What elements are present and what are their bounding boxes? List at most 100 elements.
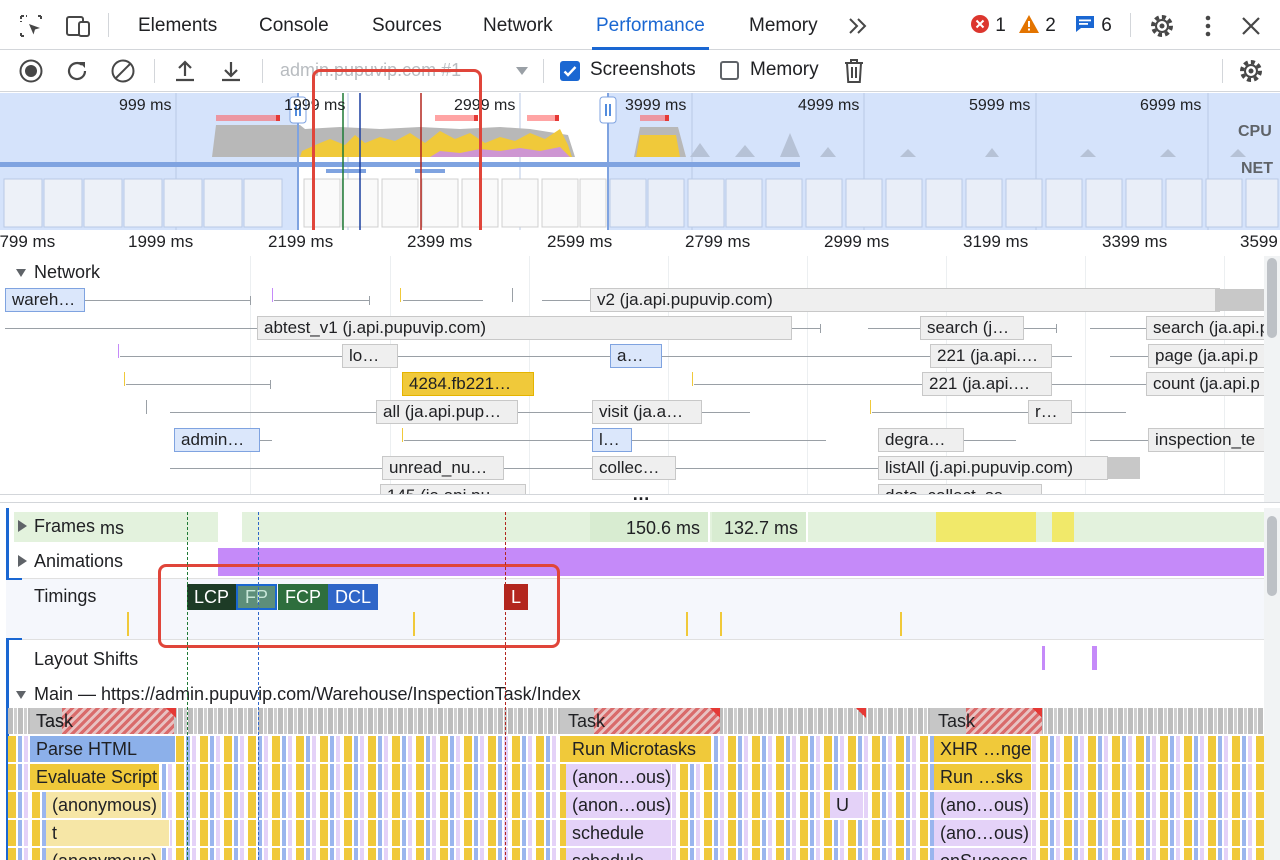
- network-request[interactable]: degra…: [878, 428, 964, 452]
- memory-checkbox[interactable]: [720, 61, 739, 80]
- ruler-tick: 3599 ms: [1240, 232, 1280, 251]
- flame-schedule[interactable]: schedule: [566, 848, 672, 860]
- frames-track-label[interactable]: Frames: [34, 516, 95, 537]
- network-request[interactable]: 4284.fb221…: [402, 372, 534, 396]
- message-counter[interactable]: 6: [1074, 14, 1112, 38]
- error-counter[interactable]: 1: [970, 14, 1006, 38]
- warning-count: 2: [1045, 15, 1056, 36]
- flame-xhr-ready-state-change[interactable]: XHR …nge: [934, 736, 1032, 762]
- network-request[interactable]: listAll (j.api.pupuvip.com): [878, 456, 1108, 480]
- flame-schedule[interactable]: schedule: [566, 820, 672, 846]
- highlight-box-timings: [158, 564, 560, 648]
- close-icon[interactable]: [1240, 15, 1262, 37]
- record-icon[interactable]: [18, 58, 44, 84]
- cpu-label: CPU: [1238, 123, 1272, 140]
- flame-on-success[interactable]: onSuccess: [934, 848, 1032, 860]
- screenshots-label[interactable]: Screenshots: [590, 59, 696, 81]
- network-track-label[interactable]: Network: [34, 262, 100, 283]
- flame-t[interactable]: t: [46, 820, 170, 846]
- ruler-tick: 3199 ms: [963, 232, 1029, 251]
- capture-settings-gear-icon[interactable]: [1237, 57, 1265, 85]
- flame-run-microtasks[interactable]: Run …sks: [934, 764, 1032, 790]
- tab-elements[interactable]: Elements: [134, 0, 221, 50]
- device-toolbar-icon[interactable]: [64, 13, 92, 39]
- ruler-tick: 3399 ms: [1102, 232, 1168, 251]
- more-tabs-icon[interactable]: [846, 14, 870, 38]
- message-icon: [1076, 16, 1094, 32]
- warning-counter[interactable]: 2: [1018, 14, 1056, 38]
- network-request[interactable]: abtest_v1 (j.api.pupuvip.com): [257, 316, 792, 340]
- tab-sources[interactable]: Sources: [368, 0, 446, 50]
- overview-tick: 4999 ms: [798, 97, 860, 114]
- memory-label[interactable]: Memory: [750, 59, 819, 81]
- chevron-down-icon[interactable]: [514, 64, 530, 78]
- network-request[interactable]: admin…: [174, 428, 260, 452]
- flame-anonymous[interactable]: (ano…ous): [934, 792, 1032, 818]
- network-request[interactable]: collec…: [592, 456, 676, 480]
- flame-task-text[interactable]: Task: [568, 708, 605, 734]
- flame-evaluate-script[interactable]: Evaluate Script: [30, 764, 160, 790]
- trash-icon[interactable]: [842, 57, 866, 85]
- resize-handle-dots[interactable]: …: [632, 484, 650, 502]
- layout-shifts-track-label[interactable]: Layout Shifts: [34, 649, 138, 670]
- animations-collapse-arrow-icon[interactable]: [16, 554, 28, 568]
- ruler-tick: 1799 ms: [0, 232, 56, 251]
- flame-u[interactable]: U: [830, 792, 864, 818]
- highlight-box-overview: [312, 69, 482, 239]
- tab-memory[interactable]: Memory: [745, 0, 822, 50]
- network-request[interactable]: page (ja.api.p: [1148, 344, 1264, 368]
- upload-profile-icon[interactable]: [172, 58, 198, 84]
- network-request[interactable]: all (ja.api.pup…: [376, 400, 518, 424]
- reload-profile-icon[interactable]: [64, 58, 90, 84]
- flame-task-text[interactable]: Task: [938, 708, 975, 734]
- ruler-tick: 2799 ms: [685, 232, 751, 251]
- flame-parse-html[interactable]: Parse HTML: [30, 736, 176, 762]
- network-request[interactable]: v2 (ja.api.pupuvip.com): [590, 288, 1220, 312]
- network-scrollbar[interactable]: [1264, 256, 1280, 502]
- flame-anonymous[interactable]: (anon…ous): [566, 792, 672, 818]
- tab-console[interactable]: Console: [255, 0, 333, 50]
- network-request[interactable]: r…: [1028, 400, 1072, 424]
- network-request[interactable]: lo…: [342, 344, 398, 368]
- flame-anonymous[interactable]: (ano…ous): [934, 820, 1032, 846]
- time-ruler: 1799 ms 1999 ms 2199 ms 2399 ms 2599 ms …: [0, 230, 1280, 256]
- network-request[interactable]: visit (ja.a…: [592, 400, 702, 424]
- tracks-scrollbar[interactable]: [1264, 508, 1280, 860]
- flame-anonymous[interactable]: (anon…ous): [566, 764, 672, 790]
- tab-performance[interactable]: Performance: [592, 0, 709, 50]
- clear-icon[interactable]: [110, 58, 136, 84]
- warning-icon: [1019, 15, 1039, 33]
- flame-anonymous[interactable]: (anonymous): [46, 848, 162, 860]
- inspect-element-icon[interactable]: [18, 13, 44, 39]
- devtools-tab-bar: Elements Console Sources Network Perform…: [0, 0, 1280, 50]
- tab-network[interactable]: Network: [479, 0, 557, 50]
- settings-gear-icon[interactable]: [1148, 12, 1176, 40]
- timeline-overview[interactable]: 999 ms 1999 ms 2999 ms 3999 ms 4999 ms 5…: [0, 69, 1280, 239]
- ruler-tick: 2999 ms: [824, 232, 890, 251]
- ruler-tick: 2199 ms: [268, 232, 334, 251]
- network-request[interactable]: 221 (ja.api.…: [922, 372, 1052, 396]
- network-collapse-arrow-icon[interactable]: [15, 266, 27, 278]
- error-count: 1: [995, 15, 1006, 36]
- flame-task-text: Task: [36, 711, 74, 731]
- overview-tick: 999 ms: [119, 97, 172, 114]
- animations-track-label[interactable]: Animations: [34, 551, 123, 572]
- more-options-icon[interactable]: [1198, 13, 1218, 39]
- network-request[interactable]: search (ja.api.p: [1146, 316, 1264, 340]
- network-request[interactable]: count (ja.api.p: [1146, 372, 1264, 396]
- download-profile-icon[interactable]: [218, 58, 244, 84]
- timings-track-label[interactable]: Timings: [34, 586, 96, 607]
- flame-anonymous[interactable]: (anonymous): [46, 792, 162, 818]
- network-request[interactable]: inspection_te: [1148, 428, 1264, 452]
- network-request[interactable]: 221 (ja.api.…: [930, 344, 1052, 368]
- network-request[interactable]: a…: [610, 344, 662, 368]
- flame-run-microtasks[interactable]: Run Microtasks: [566, 736, 712, 762]
- main-thread-label[interactable]: Main — https://admin.pupuvip.com/Warehou…: [34, 684, 581, 705]
- frames-collapse-arrow-icon[interactable]: [16, 519, 28, 533]
- network-request[interactable]: l…: [592, 428, 632, 452]
- screenshots-checkbox[interactable]: [560, 61, 580, 81]
- network-request[interactable]: search (j…: [920, 316, 1024, 340]
- main-collapse-arrow-icon[interactable]: [15, 688, 27, 700]
- network-request[interactable]: unread_nu…: [382, 456, 504, 480]
- network-request[interactable]: wareh…: [5, 288, 85, 312]
